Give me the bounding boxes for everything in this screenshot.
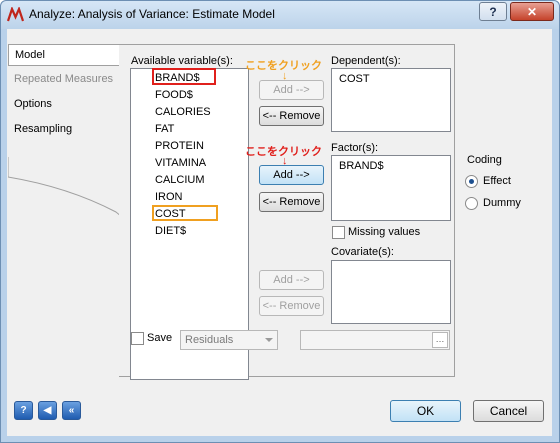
- back-icon[interactable]: ◀: [38, 401, 57, 420]
- add-covariate-button[interactable]: Add -->: [259, 270, 324, 290]
- first-icon[interactable]: «: [62, 401, 81, 420]
- available-variables-label: Available variable(s):: [131, 55, 233, 67]
- dependent-list[interactable]: COST: [331, 68, 451, 132]
- close-icon: ✕: [526, 4, 538, 19]
- brand-highlight-box: [152, 68, 216, 85]
- tab-strip: Model Repeated Measures Options Resampli…: [8, 37, 122, 257]
- remove-covariate-button[interactable]: <-- Remove: [259, 296, 324, 316]
- list-item[interactable]: DIET$: [155, 223, 186, 240]
- tab-repeated-measures: Repeated Measures: [14, 73, 114, 85]
- factor-list[interactable]: BRAND$: [331, 155, 451, 221]
- save-checkbox[interactable]: [131, 332, 144, 345]
- save-label: Save: [147, 332, 173, 344]
- tab-options[interactable]: Options: [8, 94, 120, 116]
- cancel-button[interactable]: Cancel: [473, 400, 544, 422]
- list-item[interactable]: BRAND$: [339, 158, 384, 175]
- coding-dummy-label: Dummy: [483, 197, 521, 209]
- help-title-button[interactable]: ?: [479, 2, 507, 21]
- coding-dummy-radio[interactable]: [465, 197, 478, 210]
- list-item[interactable]: IRON: [155, 189, 183, 206]
- missing-values-label: Missing values: [348, 226, 421, 238]
- list-item[interactable]: FAT: [155, 121, 174, 138]
- radio-selected-icon: [469, 179, 474, 184]
- dependent-label: Dependent(s):: [331, 55, 401, 67]
- list-item[interactable]: CALORIES: [155, 104, 211, 121]
- factor-label: Factor(s):: [331, 142, 379, 154]
- help-icon[interactable]: ?: [14, 401, 33, 420]
- window-title: Analyze: Analysis of Variance: Estimate …: [29, 7, 275, 21]
- remove-factor-button[interactable]: <-- Remove: [259, 192, 324, 212]
- add-dependent-button[interactable]: Add -->: [259, 80, 324, 100]
- coding-label: Coding: [467, 154, 502, 166]
- list-item[interactable]: CALCIUM: [155, 172, 205, 189]
- chevron-down-icon: [265, 338, 273, 342]
- title-bar: Analyze: Analysis of Variance: Estimate …: [1, 1, 559, 29]
- coding-effect-label: Effect: [483, 175, 511, 187]
- covariate-label: Covariate(s):: [331, 246, 394, 258]
- save-type-select[interactable]: Residuals: [180, 330, 278, 350]
- save-file-field[interactable]: …: [300, 330, 450, 350]
- covariate-list[interactable]: [331, 260, 451, 324]
- tab-model[interactable]: Model: [8, 44, 120, 66]
- list-item[interactable]: PROTEIN: [155, 138, 204, 155]
- browse-icon[interactable]: …: [432, 332, 448, 348]
- coding-effect-radio[interactable]: [465, 175, 478, 188]
- add-factor-button[interactable]: Add -->: [259, 165, 324, 185]
- list-item[interactable]: COST: [339, 71, 370, 88]
- coding-group: Coding Effect Dummy: [458, 154, 524, 216]
- tab-resampling[interactable]: Resampling: [8, 119, 120, 141]
- app-logo-icon: [7, 7, 24, 22]
- cost-highlight-box: [152, 205, 218, 221]
- close-button[interactable]: ✕: [510, 2, 554, 21]
- list-item[interactable]: VITAMINA: [155, 155, 206, 172]
- list-item[interactable]: FOOD$: [155, 87, 193, 104]
- remove-dependent-button[interactable]: <-- Remove: [259, 106, 324, 126]
- missing-values-checkbox[interactable]: [332, 226, 345, 239]
- ok-button[interactable]: OK: [390, 400, 461, 422]
